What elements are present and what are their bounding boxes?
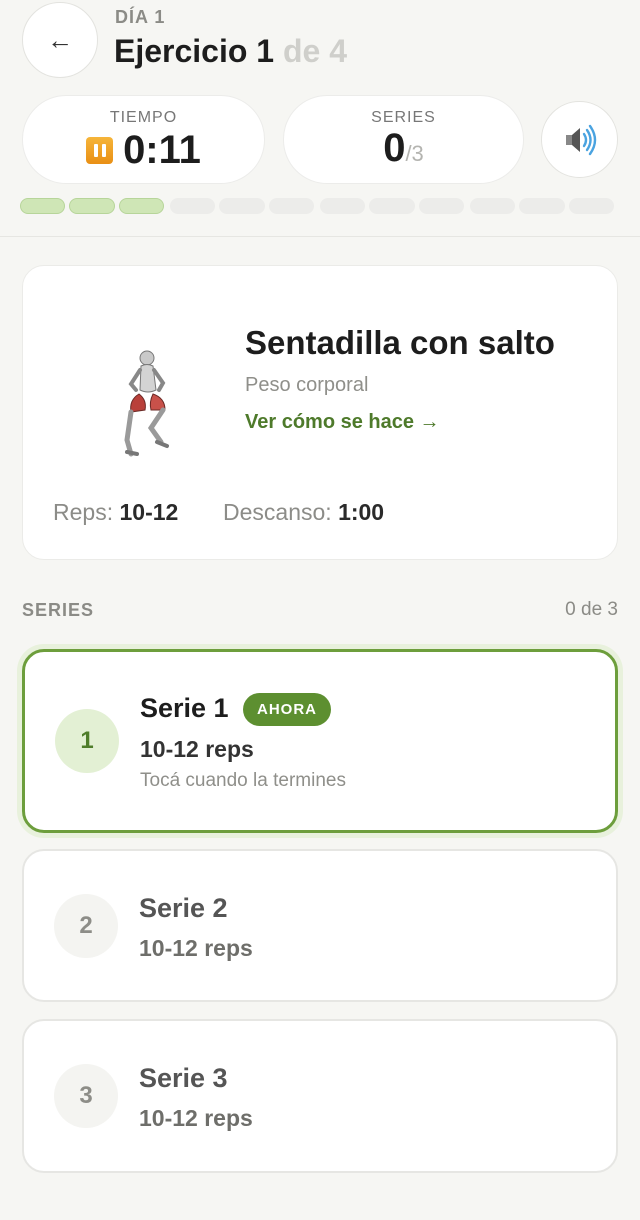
exercise-figure-image [124,350,169,457]
set-reps: 10-12 reps [139,1105,253,1131]
current-set-badge: AHORA [243,693,331,726]
time-card[interactable]: TIEMPO 0:11 [22,95,265,184]
set-reps: 10-12 reps [139,935,253,961]
series-total: /3 [405,141,424,166]
progress-segment [369,198,415,214]
back-arrow-icon: ← [47,24,73,55]
sound-button[interactable] [541,101,618,178]
progress-segment [170,198,216,214]
set-reps: 10-12 reps [140,736,254,762]
exercise-title: Ejercicio 1 de 4 [114,33,347,70]
progress-segment [470,198,516,214]
reps-label: Reps: [53,499,114,525]
progress-segment [418,198,464,214]
progress-segment [69,198,115,214]
exercise-name: Sentadilla con salto [245,324,555,361]
rest-info: Descanso: 1:00 [223,499,384,526]
exercise-equipment: Peso corporal [245,374,369,396]
set-card-2[interactable]: 2 Serie 2 10-12 reps [22,849,618,1002]
exercise-progress-bar [20,198,620,214]
progress-segment [568,198,614,214]
divider [0,236,640,237]
progress-segment [268,198,314,214]
rest-label: Descanso: [223,499,332,525]
set-title: Serie 1 [140,693,229,723]
series-card: SERIES 0/3 [283,95,524,184]
exercise-total: de 4 [282,33,348,69]
set-number: 2 [54,894,118,958]
series-label: SERIES [371,109,436,126]
set-number: 1 [55,709,119,773]
set-number: 3 [54,1064,118,1128]
pause-icon[interactable] [86,137,114,164]
set-card-1[interactable]: 1 Serie 1 AHORA 10-12 reps Tocá cuando l… [22,649,618,833]
set-card-3[interactable]: 3 Serie 3 10-12 reps [22,1019,618,1173]
day-label: DÍA 1 [115,7,166,27]
series-section-label: SERIES [22,600,95,620]
time-label: TIEMPO [109,109,178,126]
rest-value: 1:00 [338,499,385,525]
set-title: Serie 2 [139,893,228,923]
progress-segment [519,198,565,214]
set-title: Serie 3 [139,1063,228,1093]
progress-segment [20,198,66,214]
exercise-card[interactable]: Sentadilla con salto Peso corporal Ver c… [22,265,618,560]
progress-segment [219,198,265,214]
progress-segment [118,198,164,214]
exercise-number: Ejercicio 1 [114,33,275,69]
time-value: 0:11 [123,128,201,172]
speaker-icon [565,124,596,155]
back-button[interactable]: ← [22,2,98,78]
series-section-count: 0 de 3 [565,599,618,620]
reps-info: Reps: 10-12 [53,499,178,526]
reps-value: 10-12 [119,499,179,525]
progress-segment [320,198,366,214]
set-hint: Tocá cuando la termines [140,770,346,791]
how-to-link[interactable]: Ver cómo se hace → [245,411,440,434]
series-done: 0 [383,126,406,170]
